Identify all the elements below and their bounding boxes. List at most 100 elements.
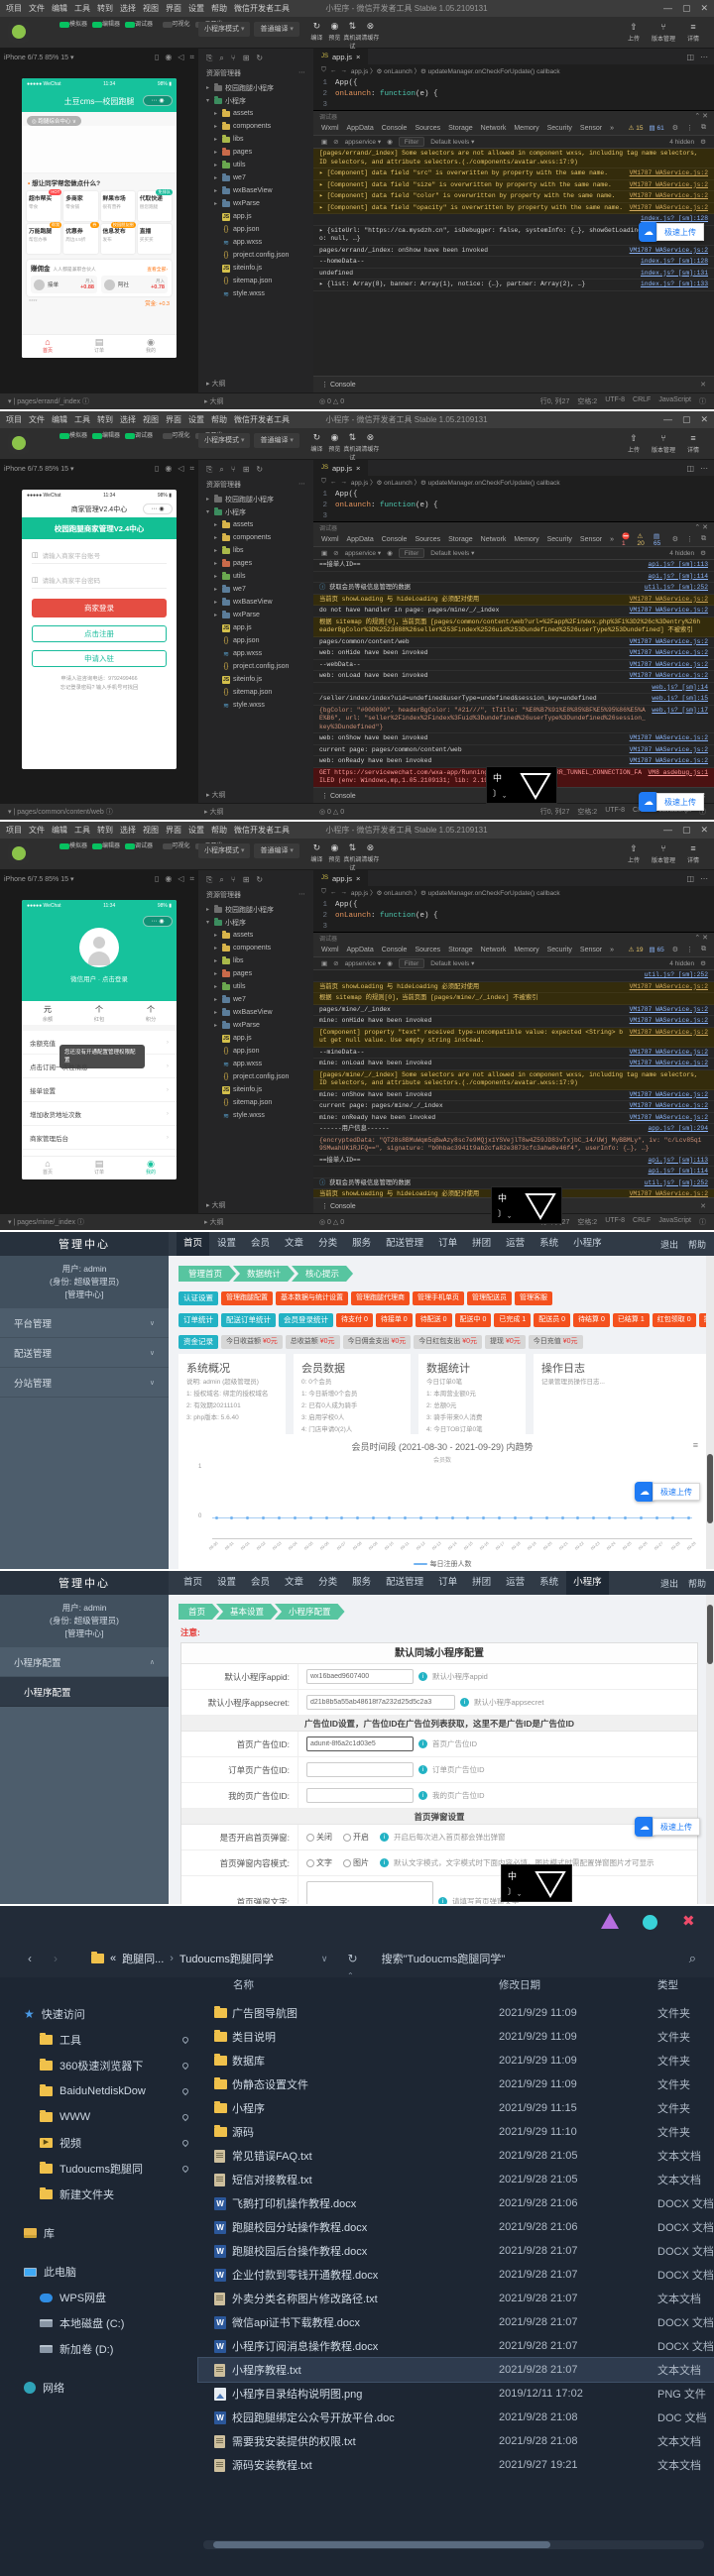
device-bar-icon[interactable]: ◁ xyxy=(178,53,183,62)
tree-item[interactable]: ▸pages xyxy=(198,557,313,570)
console-sidebar-icon[interactable]: ▣ xyxy=(321,549,327,557)
source-link[interactable]: VM1787 WAService.js:2 xyxy=(630,1029,708,1046)
devtools-tab[interactable]: Sensor xyxy=(580,125,602,132)
nav-item[interactable]: 订单 xyxy=(431,1571,464,1595)
money-chip[interactable]: 今日充值 ¥0元 xyxy=(529,1335,583,1349)
console-line[interactable]: --mineData--VM1787 WAService.js:2 xyxy=(313,1048,714,1060)
file-row[interactable]: 广告图导航图2021/9/29 11:09文件夹 xyxy=(198,2001,714,2025)
sidebar-item[interactable]: 网络 xyxy=(0,2375,198,2401)
nav-item[interactable]: 分类 xyxy=(311,1232,344,1256)
source-link[interactable]: VM1787 WAService.js:2 xyxy=(630,169,708,178)
source-link[interactable]: api.js? [sm]:114 xyxy=(649,573,708,582)
tree-tool-icon[interactable]: ↻ xyxy=(256,465,263,475)
console-settings-icon[interactable]: ⚙ xyxy=(700,549,706,557)
devtools-tab[interactable]: Sensor xyxy=(580,536,602,543)
sidebar-menu-item[interactable]: 配送管理∨ xyxy=(0,1338,169,1368)
console-line[interactable]: [Component] property "text" received typ… xyxy=(313,1028,714,1048)
quick-upload-widget[interactable]: ☁极速上传 xyxy=(639,792,704,812)
console-line[interactable]: current page: pages/mine/_/_indexVM1787 … xyxy=(313,1101,714,1113)
radio-option[interactable]: 文字 xyxy=(306,1857,332,1868)
money-chip[interactable]: 提现 ¥0元 xyxy=(485,1335,526,1349)
eye-icon[interactable]: ◉ xyxy=(387,549,393,557)
file-row[interactable]: 伪静态设置文件2021/9/29 11:09文件夹 xyxy=(198,2072,714,2096)
console-log[interactable]: util.js? [sm]:252当前页 showLoading 与 hideL… xyxy=(313,970,714,1197)
menu-item[interactable]: 设置 xyxy=(188,825,204,836)
sidebar-item[interactable]: 工具 xyxy=(0,2027,198,2053)
editor-breadcrumb[interactable]: ⛉←→app.js 〉⚙ onLaunch 〉⚙ updateManager.o… xyxy=(313,886,714,898)
nav-item[interactable]: 系统 xyxy=(533,1571,565,1595)
money-chip[interactable]: 今日红包支出 ¥0元 xyxy=(414,1335,482,1349)
console-line[interactable]: ------用户信息------app.js? [sm]:294 xyxy=(313,1124,714,1136)
devtools-tab[interactable]: Console xyxy=(382,125,408,132)
wechat-avatar-icon[interactable] xyxy=(8,842,30,864)
capsule-menu[interactable]: ⋯ ◉ xyxy=(143,916,173,927)
console-line[interactable]: ▸ {list: Array(8), banner: Array(1), not… xyxy=(313,280,714,291)
tree-item[interactable]: ▸pages xyxy=(198,967,313,980)
topbar-link[interactable]: 帮助 xyxy=(688,1577,706,1590)
tree-item[interactable]: {}sitemap.json xyxy=(198,1096,313,1109)
toolbar-button[interactable]: 可视化 xyxy=(163,429,190,443)
devtools-tab[interactable]: » xyxy=(610,536,614,543)
status-item[interactable]: UTF-8 xyxy=(605,1217,625,1227)
devtools-settings-icon[interactable]: ⚙ xyxy=(672,124,678,132)
maximize-button[interactable] xyxy=(643,1915,657,1930)
stat-item[interactable]: 个积分 xyxy=(125,1001,177,1025)
nav-item[interactable]: 文章 xyxy=(278,1232,310,1256)
menu-item[interactable]: 编辑 xyxy=(52,3,67,14)
nav-item[interactable]: 小程序 xyxy=(566,1571,609,1595)
menu-item[interactable]: 界面 xyxy=(166,3,181,14)
tree-item[interactable]: ▸components xyxy=(198,120,313,133)
current-page-path[interactable]: ▾ | pages/errand/_index ⓘ xyxy=(8,396,89,406)
console-line[interactable]: pages/common/content/webVM1787 WAService… xyxy=(313,637,714,649)
cloud-upload-icon[interactable]: ☁ xyxy=(639,792,658,812)
nickname-login[interactable]: 微信用户 · 点击登录 xyxy=(22,973,177,983)
radio-option[interactable]: 开启 xyxy=(343,1832,369,1843)
console-line[interactable]: mine: onHide have been invokedVM1787 WAS… xyxy=(313,1016,714,1028)
devtools-tab[interactable]: » xyxy=(610,947,614,953)
toolbar-right-button[interactable]: ⑂版本管理 xyxy=(649,19,678,43)
page-scrollbar[interactable] xyxy=(706,1256,714,1569)
sidebar-item[interactable]: 360极速浏览器下 xyxy=(0,2053,198,2078)
console-line[interactable]: 当前页 showLoading 与 hideLoading 必须配对使用VM17… xyxy=(313,982,714,994)
stat-chip[interactable]: 已结算 1 xyxy=(613,1313,650,1327)
source-link[interactable]: VM1787 WAService.js:2 xyxy=(630,757,708,766)
tree-item[interactable]: ▸components xyxy=(198,531,313,544)
devtools-tab[interactable]: Sources xyxy=(415,125,440,132)
tab-item[interactable]: ▤订单 xyxy=(73,1157,125,1179)
menu-row[interactable]: 商家管理后台› xyxy=(22,1126,177,1150)
category-card[interactable]: 优惠券周边4.5折券 xyxy=(63,224,97,254)
devtools-dock-icon[interactable]: ⧉ xyxy=(701,535,706,543)
levels-select[interactable]: Default levels ▾ xyxy=(430,549,474,557)
editor-more-icon[interactable]: ⋯ xyxy=(700,874,708,883)
close-button[interactable]: ✕ xyxy=(700,825,708,836)
column-name[interactable]: 名称 xyxy=(233,1977,254,1992)
devtools-tab[interactable]: Memory xyxy=(514,125,538,132)
console-line[interactable]: [pages/mine/_/_index] Some selectors are… xyxy=(313,1070,714,1090)
order-ad-input[interactable] xyxy=(306,1762,414,1777)
tree-tool-icon[interactable]: ⎘ xyxy=(206,465,212,475)
mode-select[interactable]: 小程序模式 ▾ xyxy=(198,843,250,858)
tree-item[interactable]: {}app.json xyxy=(198,634,313,647)
status-item[interactable]: 空格:2 xyxy=(577,396,597,406)
search-icon[interactable]: ⌕ xyxy=(689,1951,696,1966)
tree-item[interactable]: ▸components xyxy=(198,942,313,954)
view-all-link[interactable]: 查看全部› xyxy=(147,266,168,273)
tree-item[interactable]: ≋app.wxss xyxy=(198,236,313,249)
toolbar-icon-button[interactable]: ↻编译 xyxy=(307,429,325,453)
console-line[interactable]: --webData--VM1787 WAService.js:2 xyxy=(313,660,714,672)
tree-item[interactable]: {}app.json xyxy=(198,1045,313,1058)
status-item[interactable]: CRLF xyxy=(633,1217,651,1227)
tree-item[interactable]: ▸assets xyxy=(198,107,313,120)
quick-button[interactable]: 基本数据与统计设置 xyxy=(276,1291,348,1305)
radio-option[interactable]: 图片 xyxy=(343,1857,369,1868)
breadcrumb-chip[interactable]: 核心提示 xyxy=(292,1266,353,1282)
forward-button[interactable]: › xyxy=(54,1952,58,1965)
devtools-tab[interactable]: Security xyxy=(547,536,572,543)
split-editor-icon[interactable]: ◫ xyxy=(686,464,694,473)
levels-select[interactable]: Default levels ▾ xyxy=(430,138,474,146)
menu-item[interactable]: 视图 xyxy=(143,3,159,14)
nav-item[interactable]: 设置 xyxy=(210,1232,243,1256)
wechat-avatar-icon[interactable] xyxy=(8,432,30,454)
tree-tool-icon[interactable]: ⌕ xyxy=(219,54,223,63)
code-editor[interactable]: 1App({2 onLaunch: function(e) {3 xyxy=(313,898,714,935)
